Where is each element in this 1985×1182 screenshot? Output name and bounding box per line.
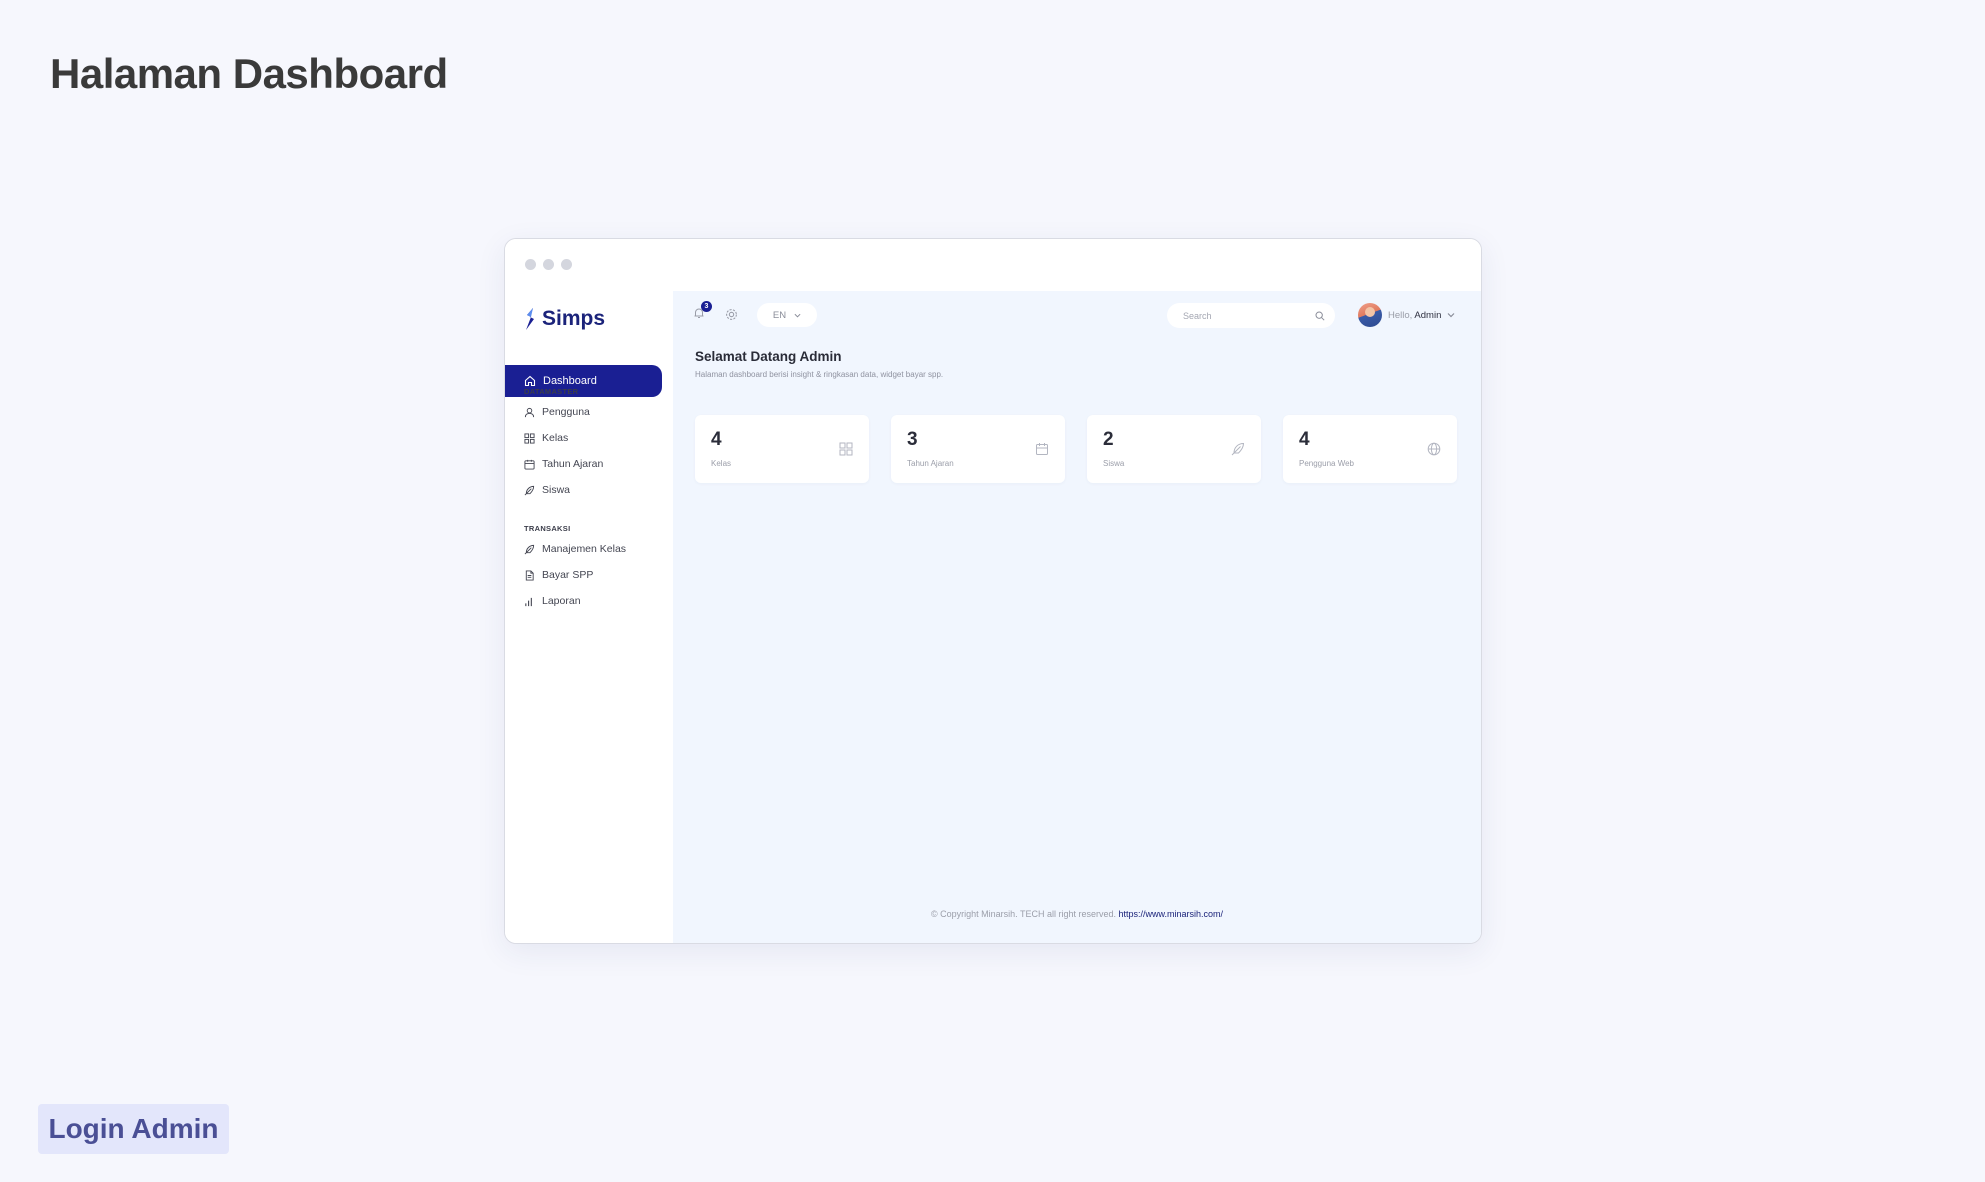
avatar xyxy=(1358,303,1382,327)
section-label-datamaster: DATAMASTER xyxy=(524,387,579,396)
chevron-down-icon xyxy=(1447,313,1455,318)
page-heading: Halaman Dashboard xyxy=(50,50,448,97)
sidebar-item-kelas[interactable]: Kelas xyxy=(524,430,568,446)
document-icon xyxy=(525,569,534,581)
stat-label: Kelas xyxy=(711,459,732,468)
stat-card-siswa[interactable]: 2 Siswa xyxy=(1087,415,1261,483)
window-minimize-dot[interactable] xyxy=(543,259,554,270)
main-content: 3 EN Hello, Admin xyxy=(673,291,1481,943)
sidebar-item-tahun-ajaran[interactable]: Tahun Ajaran xyxy=(524,456,603,472)
search-icon[interactable] xyxy=(1315,311,1325,321)
feather-icon xyxy=(524,544,535,554)
logo-mark-icon xyxy=(526,308,534,330)
chevron-down-icon xyxy=(794,313,801,318)
logo-text: Simps xyxy=(542,307,606,330)
welcome-subtitle: Halaman dashboard berisi insight & ringk… xyxy=(695,370,944,379)
home-icon xyxy=(524,375,536,387)
sidebar-item-bayar-spp[interactable]: Bayar SPP xyxy=(524,567,593,583)
sidebar-item-label: Dashboard xyxy=(543,375,597,387)
stat-value: 2 xyxy=(1103,429,1114,450)
sidebar-item-label: Siswa xyxy=(542,484,571,496)
copyright-footer: © Copyright Minarsih. TECH all right res… xyxy=(673,909,1481,919)
section-label-transaksi: TRANSAKSI xyxy=(524,524,571,533)
copyright-link[interactable]: https://www.minarsih.com/ xyxy=(1119,909,1224,919)
stat-card-kelas[interactable]: 4 Kelas xyxy=(695,415,869,483)
topbar: 3 EN Hello, Admin xyxy=(673,291,1481,339)
user-menu[interactable]: Hello, Admin xyxy=(1358,303,1455,327)
greeting-text: Hello, xyxy=(1388,309,1413,321)
sidebar-item-label: Pengguna xyxy=(542,406,590,418)
copyright-text: © Copyright Minarsih. TECH all right res… xyxy=(930,909,1116,919)
stat-label: Pengguna Web xyxy=(1299,459,1355,468)
user-greeting: Hello, Admin xyxy=(1388,310,1441,321)
globe-icon xyxy=(1427,442,1441,456)
stat-label: Tahun Ajaran xyxy=(907,459,954,468)
stat-label: Siswa xyxy=(1103,459,1125,468)
search-input[interactable] xyxy=(1183,310,1303,321)
window-titlebar xyxy=(505,239,1481,291)
app-logo[interactable]: Simps xyxy=(524,307,605,331)
calendar-icon xyxy=(1036,443,1048,455)
window-close-dot[interactable] xyxy=(525,259,536,270)
login-admin-tag: Login Admin xyxy=(38,1104,229,1154)
user-name: Admin xyxy=(1414,309,1442,321)
calendar-icon xyxy=(524,459,535,470)
welcome-title: Selamat Datang Admin xyxy=(695,349,842,364)
sidebar-item-label: Laporan xyxy=(542,595,581,607)
grid-icon xyxy=(839,442,853,456)
feather-icon xyxy=(1231,442,1245,456)
feather-icon xyxy=(524,485,535,495)
stat-value: 3 xyxy=(907,429,918,450)
notification-badge: 3 xyxy=(701,301,712,312)
sidebar-item-label: Manajemen Kelas xyxy=(542,543,627,555)
language-select[interactable]: EN xyxy=(757,303,817,327)
sidebar-item-manajemen-kelas[interactable]: Manajemen Kelas xyxy=(524,541,626,557)
stat-card-pengguna-web[interactable]: 4 Pengguna Web xyxy=(1283,415,1457,483)
user-icon xyxy=(524,407,535,417)
stat-value: 4 xyxy=(1299,429,1310,450)
gear-icon[interactable] xyxy=(725,308,738,321)
grid-icon xyxy=(524,432,535,444)
stat-value: 4 xyxy=(711,429,722,450)
search-box xyxy=(1167,303,1335,328)
sidebar-item-label: Tahun Ajaran xyxy=(542,458,604,470)
sidebar: Simps Dashboard DATAMASTER Pengguna Kela… xyxy=(505,291,673,943)
sidebar-item-label: Kelas xyxy=(542,432,569,444)
bar-chart-icon xyxy=(525,597,532,606)
sidebar-item-label: Bayar SPP xyxy=(542,569,594,581)
app-window: Simps Dashboard DATAMASTER Pengguna Kela… xyxy=(504,238,1482,944)
stat-card-tahun-ajaran[interactable]: 3 Tahun Ajaran xyxy=(891,415,1065,483)
sidebar-item-siswa[interactable]: Siswa xyxy=(524,482,570,498)
sidebar-item-pengguna[interactable]: Pengguna xyxy=(524,404,590,420)
language-value: EN xyxy=(772,309,787,321)
window-maximize-dot[interactable] xyxy=(561,259,572,270)
sidebar-item-laporan[interactable]: Laporan xyxy=(524,593,581,609)
